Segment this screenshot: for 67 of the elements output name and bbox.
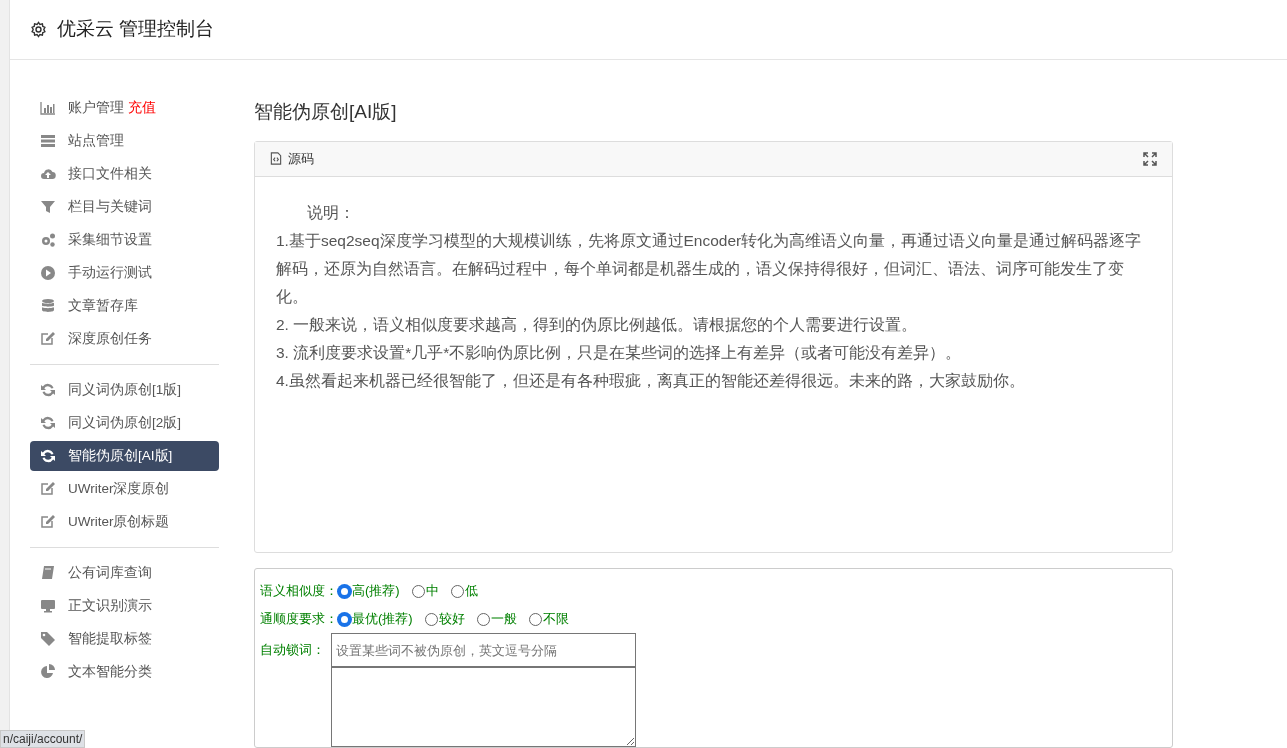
sidebar-item[interactable]: 同义词伪原创[2版] bbox=[30, 408, 219, 438]
radio-label[interactable]: 不限 bbox=[542, 609, 569, 629]
app-title: 优采云 管理控制台 bbox=[57, 17, 215, 42]
sidebar-item[interactable]: 栏目与关键词 bbox=[30, 192, 219, 222]
page-title: 智能伪原创[AI版] bbox=[254, 100, 398, 124]
sidebar-item[interactable]: 账户管理 充值 bbox=[30, 93, 219, 123]
filter-icon bbox=[40, 199, 56, 215]
cloud-upload-icon bbox=[40, 166, 56, 182]
file-code-icon[interactable] bbox=[270, 152, 282, 165]
sidebar-item[interactable]: UWriter深度原创 bbox=[30, 474, 219, 504]
edit-icon bbox=[40, 514, 56, 530]
sidebar-item[interactable]: 采集细节设置 bbox=[30, 225, 219, 255]
settings-icon bbox=[30, 21, 47, 38]
status-url-tooltip: n/caiji/account/ bbox=[0, 730, 86, 748]
edit-icon bbox=[40, 331, 56, 347]
sidebar-item[interactable]: 接口文件相关 bbox=[30, 159, 219, 189]
edit-icon bbox=[40, 481, 56, 497]
description-paragraph: 1.基于seq2seq深度学习模型的大规模训练，先将原文通过Encoder转化为高维语义向量，再通过语义向量是通过解码器逐字解码，还原为自然语言。在解码过程中，每个单词都是机器生成的，语义保持得很好，但词汇、语法、词序可能发生了变化。 bbox=[276, 230, 1143, 307]
option-label: 通顺度要求： bbox=[260, 610, 338, 629]
refresh-icon bbox=[40, 415, 56, 431]
tag-icon bbox=[40, 631, 56, 647]
refresh-icon bbox=[40, 382, 56, 398]
radio-label[interactable]: 较好 bbox=[438, 609, 465, 629]
pie-chart-icon bbox=[40, 664, 56, 680]
sidebar-item[interactable]: 正文识别演示 bbox=[30, 591, 219, 621]
sidebar-item[interactable]: 手动运行测试 bbox=[30, 258, 219, 288]
radio-label[interactable]: 一般 bbox=[490, 609, 517, 629]
sidebar-item[interactable]: 智能伪原创[AI版] bbox=[30, 441, 219, 471]
chart-icon bbox=[40, 100, 56, 116]
source-tab[interactable]: 源码 bbox=[288, 148, 314, 169]
sidebar-item[interactable]: 公有词库查询 bbox=[30, 558, 219, 588]
description-paragraph: 3. 流利度要求设置*几乎*不影响伪原比例，只是在某些词的选择上有差异（或者可能没有差异）。 bbox=[276, 342, 963, 363]
sidebar-item[interactable]: UWriter原创标题 bbox=[30, 507, 219, 537]
radio-label[interactable]: 最优(推荐) bbox=[352, 609, 413, 629]
option-label: 语义相似度： bbox=[260, 582, 338, 601]
description-paragraph: 4.虽然看起来机器已经很智能了，但还是有各种瑕疵，离真正的智能还差得很远。未来的路，大家鼓励你。 bbox=[276, 370, 1026, 391]
sidebar-item[interactable]: 同义词伪原创[1版] bbox=[30, 375, 219, 405]
description-paragraph: 2. 一般来说，语义相似度要求越高，得到的伪原比例越低。请根据您的个人需要进行设置。 bbox=[276, 314, 919, 335]
sidebar-item[interactable]: 文章暂存库 bbox=[30, 291, 219, 321]
radio-label[interactable]: 高(推荐) bbox=[352, 581, 400, 601]
radio-button[interactable] bbox=[338, 584, 351, 598]
field-label: 自动锁词： bbox=[260, 641, 326, 660]
play-icon bbox=[40, 265, 56, 281]
radio-button[interactable] bbox=[528, 612, 542, 626]
sidebar-label: 账户管理 bbox=[68, 98, 124, 117]
radio-button[interactable] bbox=[450, 584, 464, 598]
book-icon bbox=[40, 565, 56, 581]
fullscreen-icon[interactable] bbox=[1143, 151, 1157, 166]
radio-label[interactable]: 低 bbox=[464, 581, 478, 601]
monitor-icon bbox=[40, 598, 56, 614]
database-icon bbox=[40, 298, 56, 314]
server-icon bbox=[40, 133, 56, 149]
refresh-icon bbox=[40, 448, 56, 464]
lock-words-field[interactable]: 设置某些词不被伪原创，英文逗号分隔 bbox=[331, 633, 636, 667]
text-area[interactable] bbox=[331, 667, 636, 747]
radio-label[interactable]: 中 bbox=[425, 581, 439, 601]
recharge-link[interactable]: 充值 bbox=[128, 97, 156, 119]
sidebar-item[interactable]: 深度原创任务 bbox=[30, 324, 219, 354]
radio-button[interactable] bbox=[424, 612, 438, 626]
gears-icon bbox=[40, 232, 56, 248]
sidebar-item[interactable]: 站点管理 bbox=[30, 126, 219, 156]
description-paragraph: 说明： bbox=[306, 202, 356, 223]
radio-button[interactable] bbox=[476, 612, 490, 626]
radio-button[interactable] bbox=[411, 584, 425, 598]
radio-button[interactable] bbox=[338, 612, 351, 626]
sidebar-item[interactable]: 文本智能分类 bbox=[30, 657, 219, 687]
sidebar-item[interactable]: 智能提取标签 bbox=[30, 624, 219, 654]
